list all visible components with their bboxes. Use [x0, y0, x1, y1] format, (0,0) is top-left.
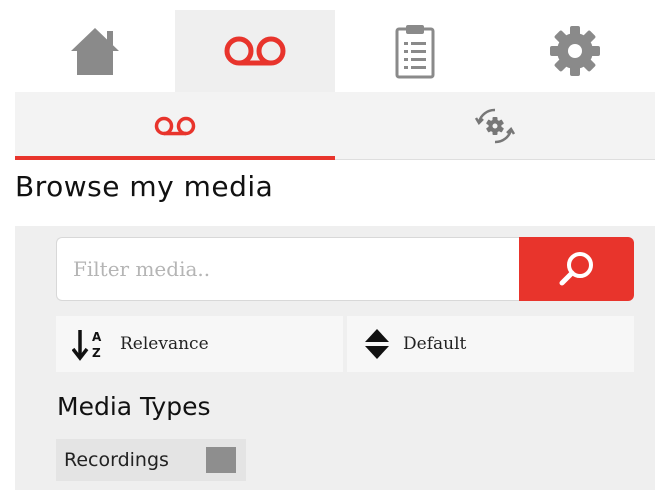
sort-updown-icon — [365, 329, 389, 359]
sort-default-label: Default — [403, 334, 467, 354]
sort-alpha-icon: A Z — [72, 330, 102, 361]
svg-text:Z: Z — [92, 346, 101, 360]
subtab-sync[interactable] — [335, 92, 655, 160]
voicemail-icon — [154, 116, 196, 136]
search-icon — [559, 252, 593, 286]
home-icon — [71, 28, 119, 75]
svg-text:A: A — [92, 330, 102, 344]
nav-tab-voicemail[interactable] — [175, 10, 335, 92]
filter-panel: A Z Relevance Default Media Types Record… — [15, 226, 655, 490]
clipboard-icon — [395, 25, 435, 79]
media-types-heading: Media Types — [57, 392, 211, 421]
media-type-checkbox[interactable] — [206, 447, 236, 473]
nav-tab-home[interactable] — [15, 10, 175, 92]
sync-settings-icon — [474, 108, 516, 144]
search-input[interactable] — [56, 237, 519, 301]
media-type-label: Recordings — [64, 449, 169, 471]
sort-relevance-button[interactable]: A Z Relevance — [56, 316, 343, 372]
sub-tabs — [15, 92, 655, 160]
subtab-recordings[interactable] — [15, 92, 335, 160]
nav-tab-clipboard[interactable] — [335, 10, 495, 92]
sort-row: A Z Relevance Default — [56, 316, 634, 372]
gear-icon — [550, 26, 600, 76]
sort-relevance-label: Relevance — [120, 334, 209, 354]
search-button[interactable] — [519, 237, 634, 301]
sort-default-button[interactable]: Default — [347, 316, 634, 372]
search-bar — [56, 237, 634, 301]
media-type-recordings[interactable]: Recordings — [56, 439, 246, 481]
top-nav — [15, 10, 655, 92]
voicemail-icon — [224, 36, 286, 66]
nav-tab-settings[interactable] — [495, 10, 655, 92]
page-title: Browse my media — [15, 170, 274, 203]
